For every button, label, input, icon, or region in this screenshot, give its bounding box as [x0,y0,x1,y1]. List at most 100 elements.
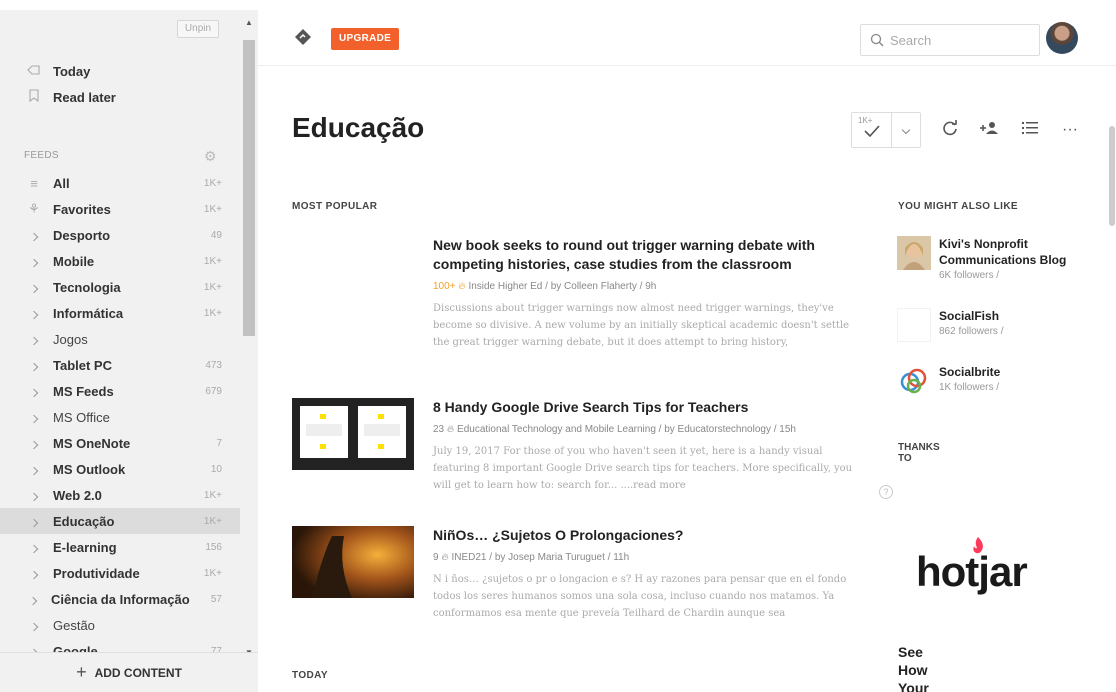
search-box[interactable] [860,24,1040,56]
sidebar-item-ciencia-da-informacao[interactable]: Ciência da Informação 57 [0,586,240,612]
sidebar-item-label: MS Feeds [53,383,114,399]
follow-people-icon[interactable] [979,121,1001,140]
sidebar-item-ms-feeds[interactable]: MS Feeds 679 [0,378,240,404]
chevron-right-icon [24,384,44,399]
sidebar-item-label: Ciência da Informação [50,591,190,607]
sidebar-item-e-learning[interactable]: E-learning 156 [0,534,240,560]
chevron-right-icon [24,514,44,529]
flame-icon: 🔥︎ [441,552,449,563]
flame-icon: 🔥︎ [458,281,466,292]
sidebar-item-read-later[interactable]: Read later [0,84,240,110]
chevron-shape [29,466,39,475]
top-bar: UPGRADE [258,0,1116,66]
article-summary[interactable]: N i ños… ¿sujetos o pr o longacion e s? … [433,571,853,622]
unpin-button[interactable]: Unpin [177,20,219,38]
sidebar-item-educacao[interactable]: Educação 1K+ [0,508,240,534]
avatar[interactable] [1046,22,1078,54]
feed-name[interactable]: Socialbrite [939,364,1099,380]
sidebar-item-ms-onenote[interactable]: MS OneNote 7 [0,430,240,456]
sidebar-item-favorites[interactable]: ⚘ Favorites 1K+ [0,196,240,222]
sidebar-item-label: E-learning [53,539,117,555]
gear-icon[interactable]: ⚙ [204,148,217,165]
unread-count: 1K+ [203,307,222,319]
you-might-also-like-header: YOU MIGHT ALSO LIKE [898,201,1019,212]
article-title[interactable]: NiñOs… ¿Sujetos O Prolongaciones? [433,526,853,545]
chevron-shape [29,544,39,553]
sidebar-item-ms-outlook[interactable]: MS Outlook 10 [0,456,240,482]
sidebar-item-tecnologia[interactable]: Tecnologia 1K+ [0,274,240,300]
sponsor-cta[interactable]: See How Your [898,643,938,692]
chevron-right-icon [24,566,44,581]
search-input[interactable] [890,32,1030,48]
chevron-right-icon [24,488,44,503]
more-options-icon[interactable]: ··· [1059,121,1081,139]
chevron-shape [29,258,39,267]
mark-read-dropdown[interactable] [892,113,920,147]
sidebar-item-label: Web 2.0 [53,487,102,503]
list-icon: ≡ [30,175,38,191]
article-source[interactable]: Educational Technology and Mobile Learni… [457,424,796,435]
flame-icon: 🔥︎ [446,424,455,435]
checkmark-icon [864,125,880,137]
sidebar-scrollbar[interactable]: ▲ ▼ [240,10,258,662]
article-summary[interactable]: Discussions about trigger warnings now a… [433,300,853,351]
bookmark-icon [24,89,44,105]
chevron-right-icon [24,462,44,477]
recommended-feed[interactable]: Socialbrite 1K followers / [897,364,1097,404]
feed-name[interactable]: SocialFish [939,308,1099,324]
sidebar-item-label: Desporto [53,227,111,243]
sidebar-item-tablet-pc[interactable]: Tablet PC 473 [0,352,240,378]
sidebar: Unpin Today Read later FEEDS ⚙ ≡ All 1K+ ⚘ F… [0,0,258,692]
scrollbar-thumb[interactable] [1109,126,1115,226]
unread-count: 156 [205,541,222,553]
feedly-logo-icon[interactable] [294,28,312,46]
sidebar-item-web-2-0[interactable]: Web 2.0 1K+ [0,482,240,508]
sidebar-item-today[interactable]: Today [0,58,240,84]
article-thumbnail[interactable] [292,398,414,470]
unread-count: 679 [205,385,222,397]
sidebar-item-label: All [53,175,70,191]
mark-as-read-button[interactable]: 1K+ [851,112,921,148]
sidebar-item-ms-office[interactable]: MS Office [0,404,240,430]
chevron-shape [29,310,39,319]
recommended-feed[interactable]: Kivi's Nonprofit Communications Blog 6K … [897,236,1097,286]
sidebar-item-mobile[interactable]: Mobile 1K+ [0,248,240,274]
chevron-right-icon [24,618,44,633]
refresh-icon[interactable] [939,119,961,141]
mark-read-check[interactable]: 1K+ [852,113,892,147]
recommended-feed[interactable]: SocialFish 862 followers / [897,308,1097,348]
search-icon [870,33,884,47]
feed-followers: 6K followers / [939,270,1000,281]
scroll-up-icon[interactable]: ▲ [240,18,258,27]
sidebar-item-produtividade[interactable]: Produtividade 1K+ [0,560,240,586]
feed-followers: 1K followers / [939,382,1000,393]
scrollbar-thumb[interactable] [243,40,255,336]
article-title[interactable]: 8 Handy Google Drive Search Tips for Tea… [433,398,853,417]
add-content-button[interactable]: + ADD CONTENT [0,652,258,692]
article-source[interactable]: INED21 / by Josep Maria Turuguet / 11h [451,552,629,563]
article-meta: 9 🔥︎ INED21 / by Josep Maria Turuguet / … [433,552,853,563]
favorites-icon: ⚘ [28,201,40,216]
list-view-icon[interactable] [1019,121,1041,139]
feed-name[interactable]: Kivi's Nonprofit Communications Blog [939,236,1099,268]
article-summary[interactable]: July 19, 2017 For those of you who haven… [433,443,853,494]
unread-count: 7 [216,437,222,449]
chevron-down-icon [901,125,911,135]
hotjar-logo[interactable]: hotjar [916,548,1028,596]
article-source[interactable]: Inside Higher Ed / by Colleen Flaherty /… [468,281,656,292]
sidebar-item-all[interactable]: ≡ All 1K+ [0,170,240,196]
article-thumbnail[interactable] [292,526,414,598]
article-title[interactable]: New book seeks to round out trigger warn… [433,236,853,274]
feed-avatar [897,308,931,342]
unread-count: 57 [210,593,222,605]
sidebar-item-label: Jogos [53,331,88,347]
sidebar-item-informatica[interactable]: Informática 1K+ [0,300,240,326]
chevron-right-icon [24,332,44,347]
main-scrollbar[interactable] [1108,66,1116,692]
unread-count: 1K+ [203,203,222,215]
upgrade-button[interactable]: UPGRADE [331,28,400,50]
sidebar-item-jogos[interactable]: Jogos [0,326,240,352]
help-icon[interactable]: ? [879,485,893,499]
sidebar-item-desporto[interactable]: Desporto 49 [0,222,240,248]
sidebar-item-gestao[interactable]: Gestão [0,612,240,638]
